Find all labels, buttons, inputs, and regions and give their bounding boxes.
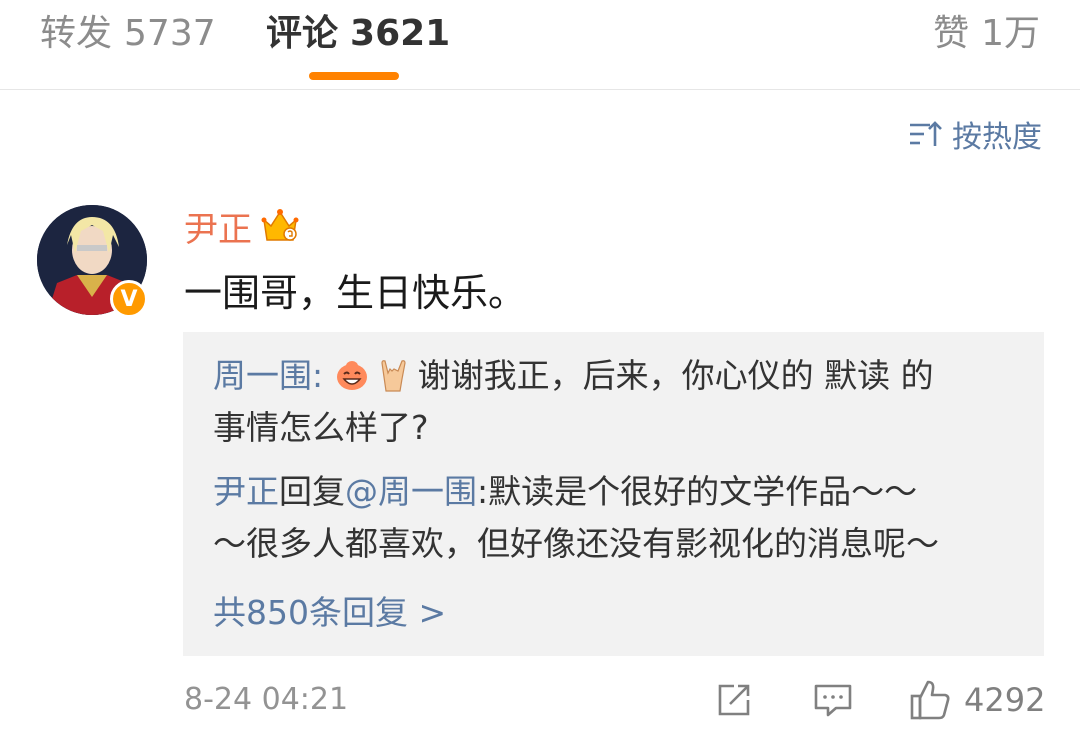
more-replies-link[interactable]: 共850条回复 > (213, 588, 446, 638)
reply-word: 回复 (279, 472, 345, 511)
reply-text-line2: ～很多人都喜欢，但好像还没有影视化的消息呢～ (213, 524, 939, 563)
comment-header: 尹正 (184, 202, 300, 251)
comment-timestamp: 8-24 04:21 (184, 682, 349, 717)
laughing-emoji-icon (336, 361, 367, 390)
comment-icon (814, 684, 852, 717)
reply-separator: : (312, 356, 334, 395)
share-icon (718, 684, 750, 716)
tab-comment-label: 评论 (266, 13, 339, 54)
tab-like-label: 赞 (933, 13, 970, 54)
tab-like-count: 1万 (981, 13, 1040, 54)
reply-author[interactable]: 周一围 (213, 356, 312, 395)
tab-repost[interactable]: 转发 5737 (40, 12, 216, 56)
share-button[interactable] (714, 676, 754, 724)
reply-text-line1: 默读是个很好的文学作品～～ (488, 472, 918, 511)
tab-bar: 转发 5737 评论 3621 赞 1万 (0, 0, 1080, 90)
tab-comment[interactable]: 评论 3621 (266, 12, 450, 56)
like-button[interactable]: 4292 (908, 676, 1045, 724)
sort-icon (910, 121, 942, 146)
active-tab-indicator (309, 72, 399, 80)
tab-repost-label: 转发 (40, 13, 113, 54)
like-count: 4292 (964, 681, 1046, 719)
sort-label: 按热度 (952, 120, 1042, 155)
crown-badge-icon (261, 209, 299, 241)
reply-button[interactable] (812, 676, 854, 724)
tab-repost-count: 5737 (124, 13, 216, 54)
thumbs-up-icon (910, 680, 950, 720)
reply-text-line2: 事情怎么样了? (213, 408, 429, 447)
reply-mention[interactable]: @周一围 (345, 472, 477, 511)
verified-badge: V (110, 280, 148, 318)
sort-by-hot-button[interactable]: 按热度 (908, 114, 1042, 155)
reply-item: 尹正回复@周一围:默读是个很好的文学作品～～ ～很多人都喜欢，但好像还没有影视化… (213, 466, 1013, 570)
reply-item: 周一围: 谢谢我正，后来，你心仪的 默读 的 事情怎么样了? (213, 350, 1013, 454)
reply-author[interactable]: 尹正 (213, 472, 279, 511)
reply-text-line1: 谢谢我正，后来，你心仪的 默读 的 (417, 356, 934, 395)
reply-preview-box[interactable]: 周一围: 谢谢我正，后来，你心仪的 默读 的 事情怎么样了? 尹正回复@周一围:… (183, 332, 1044, 656)
tab-like[interactable]: 赞 1万 (933, 12, 1040, 56)
rock-hand-emoji-icon (381, 360, 406, 392)
tab-comment-count: 3621 (350, 13, 451, 54)
comment-text: 一围哥，生日快乐。 (184, 271, 527, 315)
reply-separator: : (477, 472, 489, 511)
username[interactable]: 尹正 (184, 202, 252, 251)
